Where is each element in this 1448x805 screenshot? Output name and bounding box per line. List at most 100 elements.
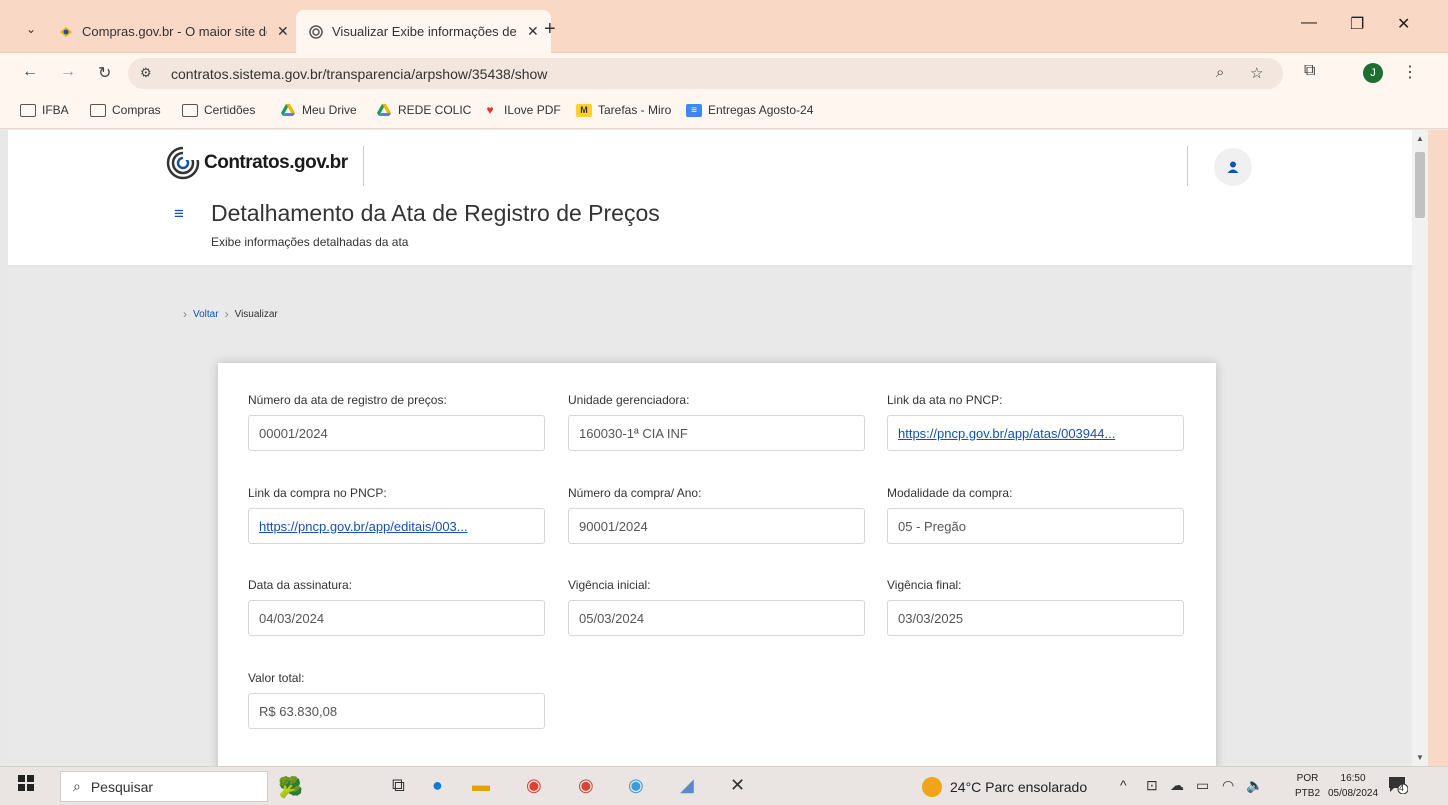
bookmark-label: Certidões: [204, 103, 256, 117]
bookmark-certidoes[interactable]: Certidões: [182, 103, 255, 117]
browser-tab-bar: ⌄ Compras.gov.br - O maior site de ✕ Vis…: [0, 0, 1448, 53]
valor-total-input[interactable]: R$ 63.830,08: [248, 693, 545, 729]
link-compra-link[interactable]: https://pncp.gov.br/app/editais/003...: [259, 519, 468, 534]
site-settings-icon[interactable]: ⚙: [140, 65, 152, 81]
window-edge: [1428, 130, 1448, 766]
tab-visualizar[interactable]: Visualizar Exibe informações de ✕: [296, 10, 551, 53]
windows-start-icon[interactable]: [18, 775, 34, 796]
scroll-up-icon[interactable]: ▲: [1416, 134, 1424, 143]
page-title: Detalhamento da Ata de Registro de Preço…: [211, 200, 660, 226]
bookmark-label: IFBA: [42, 103, 69, 117]
chrome-icon[interactable]: ◉: [526, 775, 542, 796]
numero-compra-input[interactable]: 90001/2024: [568, 508, 865, 544]
app-icon[interactable]: ◢: [680, 775, 694, 796]
profile-avatar[interactable]: J: [1363, 63, 1383, 83]
bookmark-rede-colic[interactable]: REDE COLIC: [376, 103, 471, 117]
breadcrumb: › Voltar › Visualizar: [183, 307, 278, 321]
folder-icon: [90, 103, 106, 117]
bookmark-ilove-pdf[interactable]: ♥ ILove PDF: [482, 102, 561, 117]
zoom-icon[interactable]: ⌕: [1216, 64, 1224, 81]
miro-icon: M: [576, 103, 592, 117]
edge-browser-icon[interactable]: ●: [432, 775, 443, 796]
forward-arrow-icon[interactable]: →: [60, 63, 76, 81]
chevron-right-icon: ›: [183, 307, 187, 321]
breadcrumb-back-link[interactable]: Voltar: [193, 309, 219, 320]
scroll-down-icon[interactable]: ▼: [1416, 753, 1424, 762]
notification-center-icon[interactable]: 4: [1388, 776, 1410, 796]
contratos-logo[interactable]: Contratos.gov.br: [166, 146, 348, 180]
page-header: Contratos.gov.br ≡ Detalhamento da Ata d…: [8, 130, 1412, 268]
bookmark-tarefas-miro[interactable]: M Tarefas - Miro: [576, 103, 671, 117]
field-label: Link da ata no PNCP:: [887, 393, 1003, 407]
minimize-icon[interactable]: —: [1301, 14, 1317, 32]
folder-icon: [182, 103, 198, 117]
field-label: Vigência inicial:: [568, 578, 651, 592]
data-assinatura-input[interactable]: 04/03/2024: [248, 600, 545, 636]
bookmark-label: REDE COLIC: [398, 103, 472, 117]
bookmark-ifba[interactable]: IFBA: [20, 103, 69, 117]
lang-layout: PTB2: [1295, 788, 1321, 799]
reload-icon[interactable]: ↻: [98, 63, 111, 83]
modalidade-input[interactable]: 05 - Pregão: [887, 508, 1184, 544]
unidade-input[interactable]: 160030-1ª CIA INF: [568, 415, 865, 451]
wifi-icon[interactable]: ◠: [1222, 777, 1234, 794]
scrollbar-thumb[interactable]: [1415, 152, 1425, 218]
user-icon: [1227, 161, 1239, 173]
bookmark-star-icon[interactable]: ☆: [1250, 64, 1263, 82]
bookmark-compras[interactable]: Compras: [90, 103, 161, 117]
onedrive-icon[interactable]: ☁: [1170, 777, 1184, 794]
battery-icon[interactable]: ▭: [1196, 777, 1209, 794]
tab-search-chevron-icon[interactable]: ⌄: [18, 18, 44, 40]
link-ata-input: https://pncp.gov.br/app/atas/003944...: [887, 415, 1184, 451]
field-modalidade: Modalidade da compra: 05 - Pregão: [887, 486, 1184, 544]
header-divider: [363, 146, 364, 186]
field-label: Número da compra/ Ano:: [568, 486, 702, 500]
field-vigencia-final: Vigência final: 03/03/2025: [887, 578, 1184, 636]
heart-icon: ♥: [486, 102, 494, 117]
page-scrollbar[interactable]: ▲ ▼: [1412, 130, 1428, 766]
tray-app-icon[interactable]: ⊡: [1146, 777, 1158, 794]
ata-details-card: Número da ata de registro de preços: 000…: [218, 363, 1216, 766]
weather-widget[interactable]: 24°C Parc ensolarado: [922, 777, 1087, 797]
close-tab-icon[interactable]: ✕: [527, 23, 539, 40]
weather-sun-icon: [922, 777, 942, 797]
close-tab-icon[interactable]: ✕: [277, 23, 289, 40]
restore-icon[interactable]: ❐: [1350, 14, 1364, 34]
link-ata-link[interactable]: https://pncp.gov.br/app/atas/003944...: [898, 426, 1115, 441]
news-widget-icon[interactable]: 🥦: [278, 775, 303, 800]
bookmarks-bar: IFBA Compras Certidões Meu Drive REDE CO…: [0, 93, 1448, 129]
bookmark-label: ILove PDF: [504, 103, 561, 117]
address-bar[interactable]: ⚙ contratos.sistema.gov.br/transparencia…: [128, 58, 1283, 89]
close-window-icon[interactable]: ✕: [1397, 14, 1410, 34]
user-menu-button[interactable]: [1214, 148, 1252, 186]
field-label: Modalidade da compra:: [887, 486, 1013, 500]
tab-compras[interactable]: Compras.gov.br - O maior site de ✕: [46, 10, 301, 53]
field-label: Data da assinatura:: [248, 578, 353, 592]
vigencia-inicial-input[interactable]: 05/03/2024: [568, 600, 865, 636]
bookmark-entregas[interactable]: ≡ Entregas Agosto-24: [686, 103, 813, 117]
weather-text: 24°C Parc ensolarado: [950, 779, 1088, 795]
field-label: Unidade gerenciadora:: [568, 393, 690, 407]
field-label: Valor total:: [248, 671, 305, 685]
chevron-up-icon[interactable]: ^: [1120, 777, 1127, 793]
hamburger-menu-icon[interactable]: ≡: [174, 204, 184, 224]
menu-kebab-icon[interactable]: ⋮: [1402, 62, 1418, 82]
task-view-icon[interactable]: ⧉: [392, 775, 405, 796]
system-clock[interactable]: 16:50 05/08/2024: [1328, 771, 1378, 801]
new-tab-button[interactable]: +: [544, 18, 556, 41]
volume-icon[interactable]: 🔈: [1246, 777, 1263, 794]
chrome-app-icon[interactable]: ◉: [628, 775, 644, 796]
back-arrow-icon[interactable]: ←: [22, 63, 38, 81]
lang-code: POR: [1296, 773, 1319, 784]
file-explorer-icon[interactable]: ▬: [472, 775, 490, 796]
extensions-icon[interactable]: ⧉: [1304, 62, 1315, 80]
chrome-profile-icon[interactable]: ◉: [578, 775, 594, 796]
language-indicator[interactable]: POR PTB2: [1295, 771, 1320, 801]
capcut-icon[interactable]: ✕: [730, 775, 745, 796]
vigencia-final-input[interactable]: 03/03/2025: [887, 600, 1184, 636]
contratos-favicon-icon: [308, 24, 324, 40]
bookmark-meu-drive[interactable]: Meu Drive: [280, 103, 357, 117]
google-forms-icon: ≡: [686, 103, 702, 117]
numero-ata-input[interactable]: 00001/2024: [248, 415, 545, 451]
taskbar-search[interactable]: ⌕ Pesquisar: [60, 771, 268, 802]
